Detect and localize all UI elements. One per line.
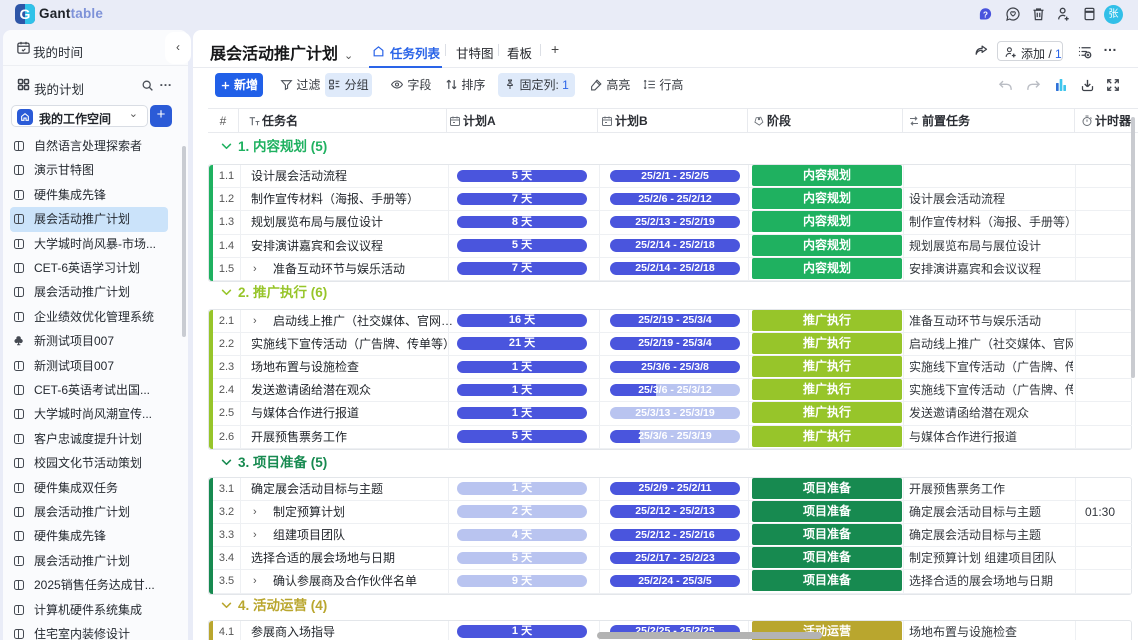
svg-text:?: ? [983,10,988,19]
